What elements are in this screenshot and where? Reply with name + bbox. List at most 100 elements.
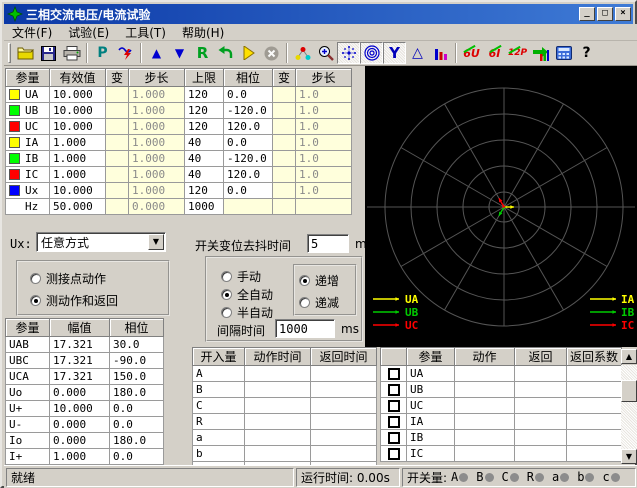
step-dir-option-0[interactable]: 递增 (299, 272, 339, 289)
step-up-button[interactable]: ▲ (145, 42, 168, 64)
calculator-button[interactable] (552, 42, 575, 64)
param-cell-rms[interactable]: 1.000 (50, 151, 106, 167)
menu-item-2[interactable]: 工具(T) (117, 23, 174, 42)
save-file-button[interactable] (37, 42, 60, 64)
param-cell-step[interactable]: 1.000 (129, 103, 185, 119)
action-checkbox[interactable] (388, 448, 400, 460)
output-bars-button[interactable] (529, 42, 552, 64)
param-cell-phase[interactable]: -120.0 (224, 103, 273, 119)
debounce-input[interactable] (307, 234, 349, 253)
param-cell-pstep[interactable]: 1.0 (296, 183, 352, 199)
param-cell-limit[interactable]: 120 (185, 183, 224, 199)
param-cell-chg1[interactable] (106, 167, 129, 183)
action-checkbox[interactable] (388, 400, 400, 412)
param-cell-rms[interactable]: 10.000 (50, 87, 106, 103)
param-cell-step[interactable]: 1.000 (129, 151, 185, 167)
action-checkbox-cell[interactable] (381, 382, 407, 398)
param-cell-chg1[interactable] (106, 87, 129, 103)
twelve-p-button[interactable]: 12P (506, 42, 529, 64)
action-checkbox[interactable] (388, 384, 400, 396)
vector-nodes-button[interactable] (291, 42, 314, 64)
action-checkbox[interactable] (388, 432, 400, 444)
six-u-button[interactable]: 6U (460, 42, 483, 64)
run-mode-option-0[interactable]: 手动 (221, 268, 261, 285)
param-cell-rms[interactable]: 50.000 (50, 199, 106, 215)
param-cell-limit[interactable]: 120 (185, 87, 224, 103)
param-cell-pstep[interactable] (296, 199, 352, 215)
param-cell-chg2[interactable] (273, 87, 296, 103)
param-cell-rms[interactable]: 1.000 (50, 167, 106, 183)
param-cell-step[interactable]: 1.000 (129, 183, 185, 199)
print-button[interactable] (60, 42, 83, 64)
param-cell-limit[interactable]: 120 (185, 119, 224, 135)
param-cell-limit[interactable]: 40 (185, 151, 224, 167)
chevron-down-icon[interactable]: ▼ (148, 234, 164, 250)
run-mode-option-1[interactable]: 全自动 (221, 286, 273, 303)
action-checkbox-cell[interactable] (381, 414, 407, 430)
param-cell-pstep[interactable]: 1.0 (296, 103, 352, 119)
action-checkbox-cell[interactable] (381, 398, 407, 414)
param-cell-pstep[interactable]: 1.0 (296, 135, 352, 151)
close-button[interactable]: × (615, 7, 631, 21)
run-mode-option-2[interactable]: 半自动 (221, 304, 273, 321)
menu-item-3[interactable]: 帮助(H) (174, 23, 232, 42)
param-cell-phase[interactable]: 120.0 (224, 119, 273, 135)
param-cell-step[interactable]: 0.000 (129, 199, 185, 215)
param-cell-chg1[interactable] (106, 151, 129, 167)
param-cell-phase[interactable]: 0.0 (224, 87, 273, 103)
zoom-button[interactable] (314, 42, 337, 64)
scrollbar-thumb[interactable] (621, 380, 637, 402)
param-cell-chg2[interactable] (273, 103, 296, 119)
param-cell-limit[interactable]: 40 (185, 167, 224, 183)
param-cell-chg1[interactable] (106, 119, 129, 135)
param-cell-chg2[interactable] (273, 167, 296, 183)
param-cell-pstep[interactable]: 1.0 (296, 151, 352, 167)
star-view-button[interactable] (337, 42, 360, 64)
param-cell-limit[interactable]: 1000 (185, 199, 224, 215)
param-cell-step[interactable]: 1.000 (129, 135, 185, 151)
param-cell-phase[interactable]: -120.0 (224, 151, 273, 167)
scroll-up-icon[interactable]: ▲ (621, 349, 637, 364)
open-file-button[interactable] (14, 42, 37, 64)
param-p-button[interactable]: P (91, 42, 114, 64)
action-checkbox-cell[interactable] (381, 430, 407, 446)
param-cell-phase[interactable]: 120.0 (224, 167, 273, 183)
param-cell-phase[interactable] (224, 199, 273, 215)
param-cell-rms[interactable]: 1.000 (50, 135, 106, 151)
param-cell-limit[interactable]: 120 (185, 103, 224, 119)
six-i-button[interactable]: 6I (483, 42, 506, 64)
step-down-button[interactable]: ▼ (168, 42, 191, 64)
minimize-button[interactable]: _ (579, 7, 595, 21)
scrollbar[interactable]: ▲ ▼ (621, 365, 637, 464)
maximize-button[interactable]: □ (597, 7, 613, 21)
trip-mode-option-0[interactable]: 测接点动作 (30, 270, 106, 287)
bars-view-button[interactable] (429, 42, 452, 64)
param-cell-step[interactable]: 1.000 (129, 119, 185, 135)
param-cell-pstep[interactable]: 1.0 (296, 87, 352, 103)
param-cell-rms[interactable]: 10.000 (50, 103, 106, 119)
undo-button[interactable] (214, 42, 237, 64)
wye-view-button[interactable]: Y (383, 42, 406, 64)
param-cell-rms[interactable]: 10.000 (50, 183, 106, 199)
param-cell-phase[interactable]: 0.0 (224, 183, 273, 199)
param-cell-chg2[interactable] (273, 183, 296, 199)
reset-r-button[interactable]: R (191, 42, 214, 64)
param-cell-limit[interactable]: 40 (185, 135, 224, 151)
param-cell-chg2[interactable] (273, 199, 296, 215)
param-cell-chg2[interactable] (273, 119, 296, 135)
action-checkbox-cell[interactable] (381, 366, 407, 382)
scroll-down-icon[interactable]: ▼ (621, 449, 637, 464)
delta-view-button[interactable]: △ (406, 42, 429, 64)
toolbar-grip[interactable] (8, 43, 11, 63)
param-cell-pstep[interactable]: 1.0 (296, 119, 352, 135)
action-checkbox-cell[interactable] (381, 446, 407, 462)
interval-input[interactable] (275, 319, 335, 338)
power-output-button[interactable] (114, 42, 137, 64)
param-cell-step[interactable]: 1.000 (129, 87, 185, 103)
ux-mode-combo[interactable]: 任意方式 ▼ (36, 232, 166, 252)
menu-item-1[interactable]: 试验(E) (60, 23, 117, 42)
action-checkbox[interactable] (388, 368, 400, 380)
menu-item-0[interactable]: 文件(F) (4, 23, 60, 42)
circles-view-button[interactable] (360, 42, 383, 64)
param-cell-chg1[interactable] (106, 135, 129, 151)
